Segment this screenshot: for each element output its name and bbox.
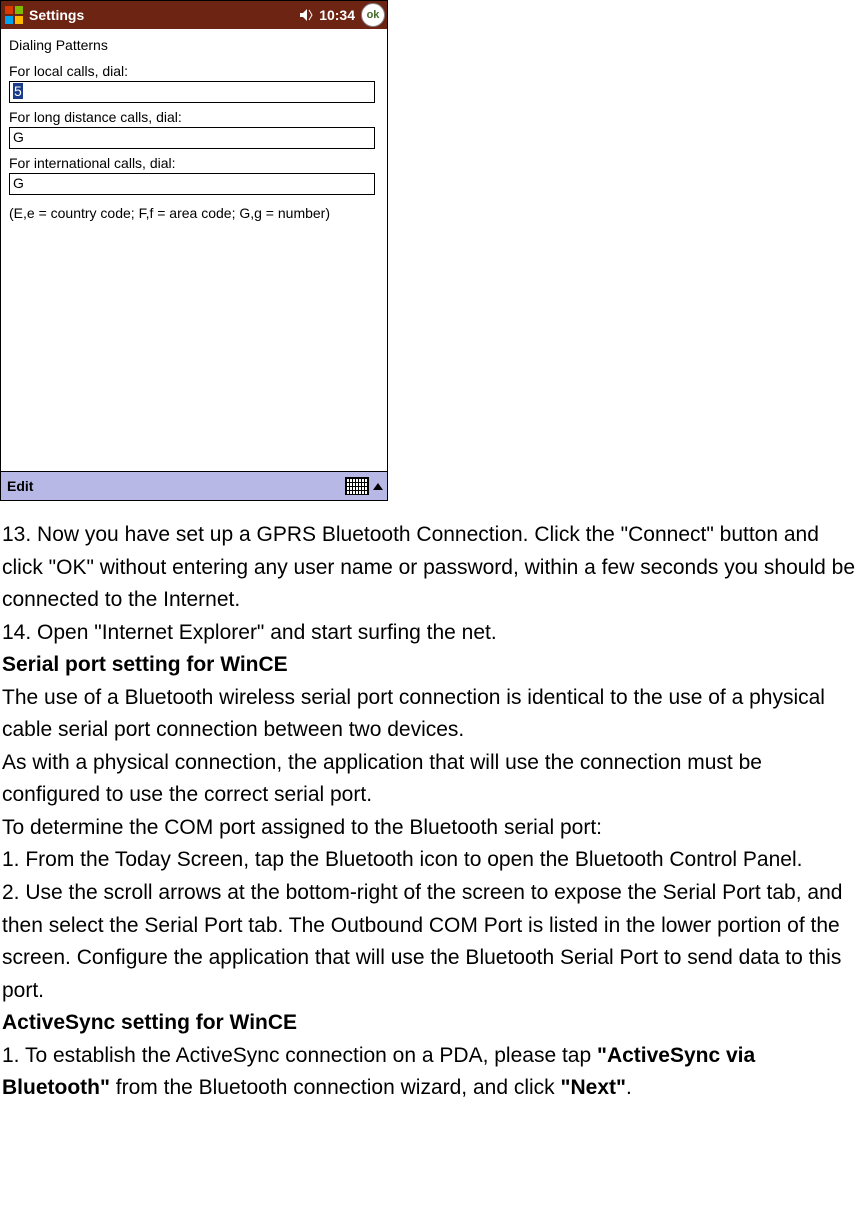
ok-button[interactable]: ok: [361, 3, 385, 27]
as-text-a: 1. To establish the ActiveSync connectio…: [2, 1044, 597, 1067]
long-distance-input[interactable]: G: [9, 127, 375, 149]
heading-activesync: ActiveSync setting for WinCE: [2, 1007, 862, 1040]
serial-step-1: 1. From the Today Screen, tap the Blueto…: [2, 844, 862, 877]
serial-para-1: The use of a Bluetooth wireless serial p…: [2, 682, 862, 747]
titlebar: Settings 10:34 ok: [1, 1, 387, 29]
as-text-c: from the Bluetooth connection wizard, an…: [110, 1076, 561, 1099]
bottom-bar: Edit: [1, 471, 387, 500]
as-bold-d: "Next": [561, 1076, 626, 1099]
window-title: Settings: [29, 7, 299, 23]
dialog-body: Dialing Patterns For local calls, dial: …: [1, 29, 387, 471]
international-input[interactable]: G: [9, 173, 375, 195]
local-calls-value: 5: [13, 83, 23, 99]
speaker-icon[interactable]: [299, 7, 315, 23]
step-13: 13. Now you have set up a GPRS Bluetooth…: [2, 519, 862, 617]
serial-para-3: To determine the COM port assigned to th…: [2, 812, 862, 845]
start-icon[interactable]: [3, 4, 25, 26]
edit-menu[interactable]: Edit: [7, 478, 33, 494]
international-label: For international calls, dial:: [9, 155, 379, 171]
activesync-step-1: 1. To establish the ActiveSync connectio…: [2, 1040, 862, 1105]
dialog-heading: Dialing Patterns: [9, 37, 379, 53]
local-calls-label: For local calls, dial:: [9, 63, 379, 79]
pda-screenshot: Settings 10:34 ok Dialing Patterns For l…: [0, 0, 388, 501]
keyboard-icon: [345, 477, 369, 495]
serial-step-2: 2. Use the scroll arrows at the bottom-r…: [2, 877, 862, 1007]
chevron-up-icon: [373, 483, 383, 490]
step-14: 14. Open "Internet Explorer" and start s…: [2, 617, 862, 650]
clock-time: 10:34: [319, 7, 355, 23]
local-calls-input[interactable]: 5: [9, 81, 375, 103]
sip-button[interactable]: [345, 477, 383, 495]
as-text-e: .: [626, 1076, 632, 1099]
serial-para-2: As with a physical connection, the appli…: [2, 747, 862, 812]
pattern-hint: (E,e = country code; F,f = area code; G,…: [9, 205, 379, 221]
heading-serial-port: Serial port setting for WinCE: [2, 649, 862, 682]
long-distance-label: For long distance calls, dial:: [9, 109, 379, 125]
document-body: 13. Now you have set up a GPRS Bluetooth…: [0, 501, 864, 1105]
